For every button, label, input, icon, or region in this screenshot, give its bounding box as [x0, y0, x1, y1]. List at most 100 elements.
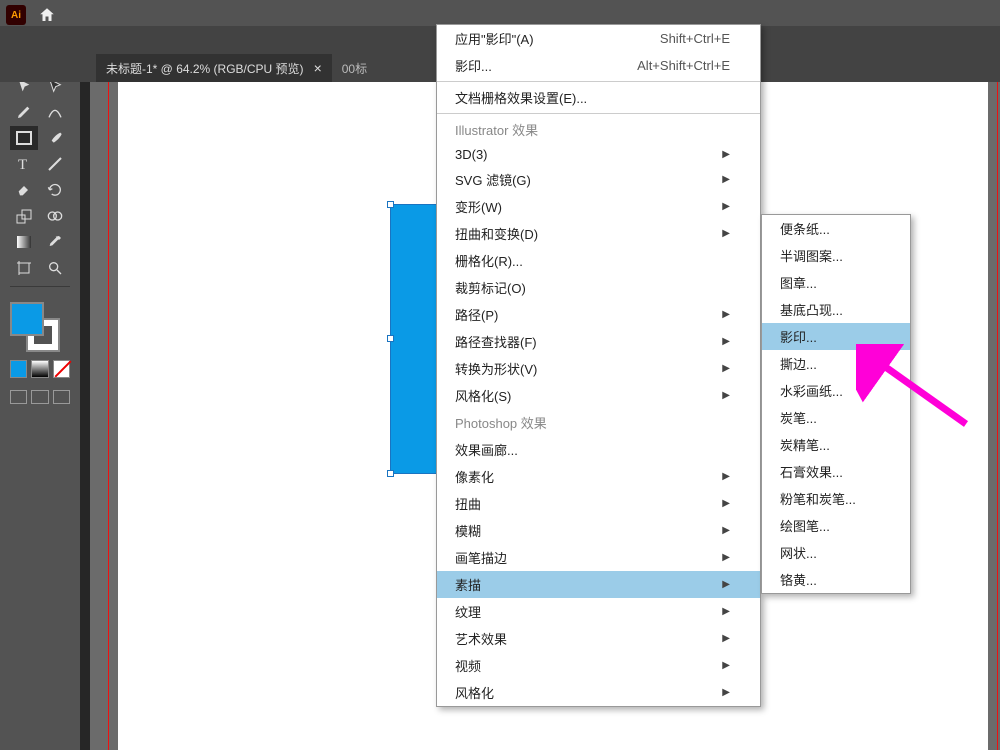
menu-item-label: 像素化	[455, 467, 494, 486]
close-icon[interactable]: ×	[314, 60, 322, 76]
submenu-arrow-icon: ▶	[692, 149, 730, 160]
document-tab-active[interactable]: 未标题-1* @ 64.2% (RGB/CPU 预览) ×	[96, 54, 332, 82]
menu-ai-item[interactable]: 栅格化(R)...	[437, 247, 760, 274]
menu-item-label: 水彩画纸...	[780, 381, 843, 400]
fill-swatch[interactable]	[10, 302, 44, 336]
menu-ps-item[interactable]: 纹理▶	[437, 598, 760, 625]
line-tool[interactable]	[41, 152, 69, 176]
menu-ps-item[interactable]: 素描 ▶	[437, 571, 760, 598]
menu-ps-item[interactable]: 效果画廊...	[437, 436, 760, 463]
draw-normal-icon[interactable]	[10, 390, 27, 404]
tools-panel: T	[0, 54, 80, 750]
menu-item-label: 绘图笔...	[780, 516, 830, 535]
menu-ai-item[interactable]: 扭曲和变换(D)▶	[437, 220, 760, 247]
draw-behind-icon[interactable]	[31, 390, 48, 404]
eraser-tool[interactable]	[10, 178, 38, 202]
submenu-sketch-item[interactable]: 便条纸...	[762, 215, 910, 242]
submenu-sketch-item[interactable]: 影印...	[762, 323, 910, 350]
shortcut-label: Shift+Ctrl+E	[660, 31, 730, 46]
none-mode-icon[interactable]	[53, 360, 70, 378]
menu-ai-item[interactable]: 裁剪标记(O)	[437, 274, 760, 301]
menu-ps-item[interactable]: 画笔描边▶	[437, 544, 760, 571]
menu-item-label: 文档栅格效果设置(E)...	[455, 88, 587, 107]
menu-item-label: 风格化(S)	[455, 386, 511, 405]
menu-item-label: 模糊	[455, 521, 481, 540]
submenu-sketch-item[interactable]: 炭笔...	[762, 404, 910, 431]
menu-ai-item[interactable]: 变形(W)▶	[437, 193, 760, 220]
sketch-submenu: 便条纸...半调图案...图章... 基底凸现... 影印... 撕边... 水彩画纸.…	[761, 214, 911, 594]
resize-handle[interactable]	[387, 335, 394, 342]
menu-ps-item[interactable]: 模糊 ▶	[437, 517, 760, 544]
fill-stroke-control[interactable]	[0, 294, 80, 386]
section-label: Photoshop 效果	[455, 413, 547, 432]
submenu-sketch-item[interactable]: 粉笔和炭笔...	[762, 485, 910, 512]
submenu-arrow-icon: ▶	[692, 390, 730, 401]
menu-last-effect[interactable]: 影印... Alt+Shift+Ctrl+E	[437, 52, 760, 79]
resize-handle[interactable]	[387, 201, 394, 208]
menu-apply-last-effect[interactable]: 应用"影印"(A) Shift+Ctrl+E	[437, 25, 760, 52]
eyedropper-tool[interactable]	[41, 230, 69, 254]
type-tool[interactable]: T	[10, 152, 38, 176]
rotate-tool[interactable]	[41, 178, 69, 202]
artboard-tool[interactable]	[10, 256, 38, 280]
submenu-arrow-icon: ▶	[692, 525, 730, 536]
pen-tool[interactable]	[10, 100, 38, 124]
menu-item-label: 裁剪标记(O)	[455, 278, 526, 297]
submenu-sketch-item[interactable]: 基底凸现...	[762, 296, 910, 323]
menu-item-label: 素描	[455, 575, 481, 594]
submenu-sketch-item[interactable]: 图章...	[762, 269, 910, 296]
submenu-sketch-item[interactable]: 炭精笔...	[762, 431, 910, 458]
section-label: Illustrator 效果	[455, 120, 538, 139]
submenu-arrow-icon: ▶	[692, 201, 730, 212]
shape-builder-tool[interactable]	[41, 204, 69, 228]
menu-item-label: 纹理	[455, 602, 481, 621]
document-tab[interactable]: 00标	[332, 54, 377, 82]
gradient-tool[interactable]	[10, 230, 38, 254]
menu-ai-item[interactable]: 风格化(S) ▶	[437, 382, 760, 409]
effects-dropdown: 应用"影印"(A) Shift+Ctrl+E 影印... Alt+Shift+C…	[436, 24, 761, 707]
paintbrush-tool[interactable]	[41, 126, 69, 150]
menu-ai-item[interactable]: 转换为形状(V)▶	[437, 355, 760, 382]
resize-handle[interactable]	[387, 470, 394, 477]
submenu-arrow-icon: ▶	[692, 579, 730, 590]
submenu-sketch-item[interactable]: 网状...	[762, 539, 910, 566]
zoom-tool[interactable]	[41, 256, 69, 280]
menu-ps-item[interactable]: 扭曲▶	[437, 490, 760, 517]
menu-item-label: 影印...	[455, 56, 492, 75]
draw-inside-icon[interactable]	[53, 390, 70, 404]
menu-item-label: 栅格化(R)...	[455, 251, 523, 270]
menu-section-photoshop: Photoshop 效果	[437, 409, 760, 436]
submenu-sketch-item[interactable]: 半调图案...	[762, 242, 910, 269]
svg-text:T: T	[18, 157, 27, 172]
menu-item-label: 路径(P)	[455, 305, 498, 324]
menu-item-label: SVG 滤镜(G)	[455, 170, 531, 189]
curvature-tool[interactable]	[41, 100, 69, 124]
menu-item-label: 应用"影印"(A)	[455, 29, 534, 48]
menu-raster-settings[interactable]: 文档栅格效果设置(E)...	[437, 84, 760, 111]
menu-ai-item[interactable]: 3D(3) ▶	[437, 143, 760, 166]
submenu-sketch-item[interactable]: 铬黄...	[762, 566, 910, 593]
menu-item-label: 撕边...	[780, 354, 817, 373]
menu-ai-item[interactable]: 路径查找器(F)▶	[437, 328, 760, 355]
menu-item-label: 转换为形状(V)	[455, 359, 537, 378]
menu-ps-item[interactable]: 像素化 ▶	[437, 463, 760, 490]
menu-item-label: 基底凸现...	[780, 300, 843, 319]
submenu-sketch-item[interactable]: 水彩画纸...	[762, 377, 910, 404]
menu-ai-item[interactable]: 路径(P)▶	[437, 301, 760, 328]
menu-item-label: 风格化	[455, 683, 494, 702]
color-mode-icon[interactable]	[10, 360, 27, 378]
menu-ps-item[interactable]: 艺术效果▶	[437, 625, 760, 652]
gradient-mode-icon[interactable]	[31, 360, 48, 378]
home-icon[interactable]	[34, 2, 60, 28]
submenu-arrow-icon: ▶	[692, 471, 730, 482]
menu-ps-item[interactable]: 视频▶	[437, 652, 760, 679]
menu-ps-item[interactable]: 风格化▶	[437, 679, 760, 706]
submenu-sketch-item[interactable]: 撕边...	[762, 350, 910, 377]
submenu-arrow-icon: ▶	[692, 228, 730, 239]
rectangle-tool[interactable]	[10, 126, 38, 150]
menu-item-label: 3D(3)	[455, 147, 488, 162]
submenu-sketch-item[interactable]: 绘图笔...	[762, 512, 910, 539]
submenu-sketch-item[interactable]: 石膏效果...	[762, 458, 910, 485]
menu-ai-item[interactable]: SVG 滤镜(G)▶	[437, 166, 760, 193]
scale-tool[interactable]	[10, 204, 38, 228]
